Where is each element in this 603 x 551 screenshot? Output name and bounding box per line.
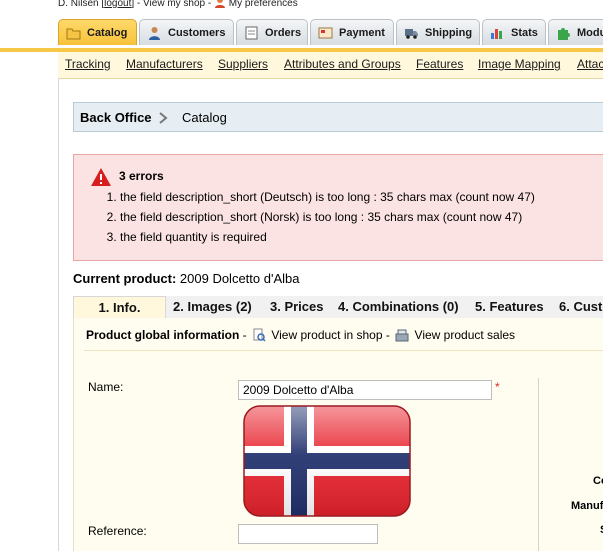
column-divider: [538, 378, 539, 551]
divider: [84, 350, 603, 351]
folder-icon: [66, 28, 81, 40]
payment-icon: [318, 27, 333, 39]
customer-icon: [149, 27, 160, 40]
name-label: Name:: [88, 380, 124, 394]
truncated-label: Co: [593, 475, 603, 487]
tab-images[interactable]: 2. Images (2): [173, 296, 252, 318]
tab-shipping[interactable]: Shipping: [396, 19, 480, 45]
warning-icon: [91, 168, 111, 186]
global-info-title: Product global information: [86, 328, 240, 342]
logout-link[interactable]: logout: [104, 0, 131, 9]
error-list: the field description_short (Deutsch) is…: [102, 187, 535, 247]
view-shop-text: ] - View my shop -: [131, 0, 212, 9]
user-icon: [215, 0, 225, 8]
tab-customization[interactable]: 6. Custo: [559, 296, 603, 318]
error-item: the field quantity is required: [120, 227, 535, 247]
tab-prices[interactable]: 3. Prices: [270, 296, 324, 318]
subnav-attachments[interactable]: Attac: [577, 57, 603, 71]
truncated-label: Manuf: [571, 500, 603, 512]
current-product: Current product: 2009 Dolcetto d'Alba: [73, 271, 299, 286]
product-info-panel: Product global information - View produc…: [73, 318, 603, 551]
subnav-tracking[interactable]: Tracking: [65, 57, 111, 71]
subnav-features[interactable]: Features: [416, 57, 463, 71]
tab-orders[interactable]: Orders: [236, 19, 308, 45]
tab-features[interactable]: 5. Features: [475, 296, 544, 318]
main-tab-bar: Catalog Customers Orders Payment Shippin…: [0, 12, 603, 52]
view-product-in-shop-link[interactable]: View product in shop: [271, 328, 382, 342]
reference-input[interactable]: [238, 524, 378, 544]
tab-customers[interactable]: Customers: [139, 19, 234, 45]
puzzle-icon: [558, 28, 570, 40]
current-product-label: Current product:: [73, 271, 177, 286]
breadcrumb-root[interactable]: Back Office: [80, 110, 152, 125]
error-box: 3 errors the field description_short (De…: [73, 154, 603, 261]
subnav-attributes-groups[interactable]: Attributes and Groups: [284, 57, 401, 71]
tab-modules[interactable]: Modu: [548, 19, 603, 45]
tab-info[interactable]: 1. Info.: [73, 296, 166, 318]
error-item: the field description_short (Norsk) is t…: [120, 207, 535, 227]
reference-label: Reference:: [88, 524, 147, 538]
subnav-suppliers[interactable]: Suppliers: [218, 57, 268, 71]
name-input[interactable]: [238, 380, 492, 400]
breadcrumb: Back Office Catalog: [73, 102, 603, 132]
tab-combinations[interactable]: 4. Combinations (0): [338, 296, 459, 318]
required-mark: *: [495, 380, 500, 394]
error-item: the field description_short (Deutsch) is…: [120, 187, 535, 207]
product-step-tabs: 1. Info. 2. Images (2) 3. Prices 4. Comb…: [73, 296, 603, 319]
current-product-name: 2009 Dolcetto d'Alba: [179, 271, 300, 286]
sales-register-icon: [395, 329, 409, 342]
my-preferences-link[interactable]: My preferences: [229, 0, 298, 9]
breadcrumb-current: Catalog: [182, 110, 227, 125]
stats-icon: [491, 29, 502, 39]
norway-flag-icon[interactable]: [242, 404, 412, 518]
orders-icon: [245, 26, 258, 40]
subnav-manufacturers[interactable]: Manufacturers: [126, 57, 203, 71]
tab-catalog[interactable]: Catalog: [58, 19, 137, 45]
global-info-bar: Product global information - View produc…: [86, 328, 516, 342]
magnifier-page-icon: [253, 328, 266, 342]
catalog-subnav: Tracking Manufacturers Suppliers Attribu…: [58, 52, 603, 79]
tab-stats[interactable]: Stats: [482, 19, 546, 45]
tab-payment[interactable]: Payment: [310, 19, 394, 45]
truck-icon: [405, 29, 418, 39]
content-frame-border: [58, 78, 59, 551]
user-name: D. Nilsen [: [58, 0, 105, 9]
subnav-image-mapping[interactable]: Image Mapping: [478, 57, 561, 71]
user-bar: D. Nilsen [logout] - View my shop - My p…: [0, 0, 603, 10]
error-title: 3 errors: [119, 169, 164, 183]
view-product-sales-link[interactable]: View product sales: [415, 328, 516, 342]
chevron-right-icon: [159, 112, 168, 124]
